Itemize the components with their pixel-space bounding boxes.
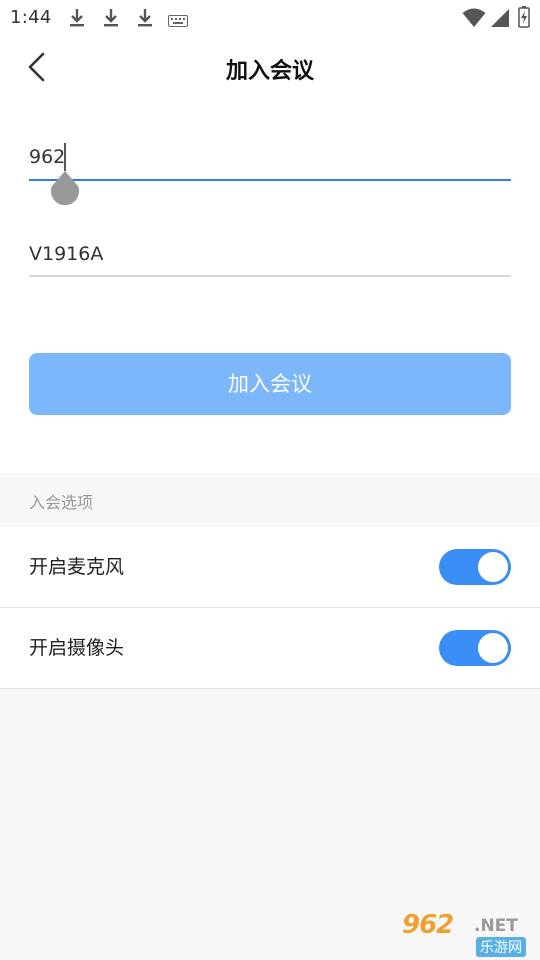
watermark-net: .NET — [474, 916, 518, 936]
option-row-microphone[interactable]: 开启麦克风 — [0, 527, 540, 608]
display-name-underline — [29, 275, 511, 277]
battery-icon — [518, 6, 530, 32]
download-icon — [102, 8, 120, 32]
camera-toggle[interactable] — [439, 630, 511, 666]
download-icon — [68, 8, 86, 32]
option-row-camera[interactable]: 开启摄像头 — [0, 608, 540, 689]
watermark-sub: 乐游网 — [476, 937, 526, 957]
section-label: 入会选项 — [29, 493, 94, 512]
watermark-logo: 962 .NET 乐游网 — [402, 910, 536, 957]
toggle-knob — [478, 633, 508, 663]
download-icon — [136, 8, 154, 32]
status-time: 1:44 — [10, 7, 52, 28]
wifi-icon — [462, 8, 486, 32]
microphone-toggle[interactable] — [439, 549, 511, 585]
meeting-id-field[interactable]: 962 — [29, 140, 511, 206]
meeting-id-input[interactable]: 962 — [29, 146, 65, 168]
meeting-id-underline — [29, 179, 511, 181]
display-name-field[interactable]: V1916A — [29, 237, 511, 279]
cursor-handle[interactable] — [49, 170, 81, 212]
toggle-knob — [478, 552, 508, 582]
option-label: 开启摄像头 — [29, 637, 125, 659]
watermark-main: 962 — [402, 910, 454, 940]
page-title: 加入会议 — [225, 59, 314, 84]
display-name-input[interactable]: V1916A — [29, 243, 103, 265]
signal-icon — [490, 8, 510, 32]
status-bar: 1:44 — [0, 0, 540, 36]
option-label: 开启麦克风 — [29, 556, 125, 578]
header: 加入会议 — [0, 36, 540, 100]
text-cursor — [64, 143, 66, 171]
keyboard-icon — [168, 12, 188, 31]
join-meeting-button[interactable]: 加入会议 — [29, 353, 511, 415]
